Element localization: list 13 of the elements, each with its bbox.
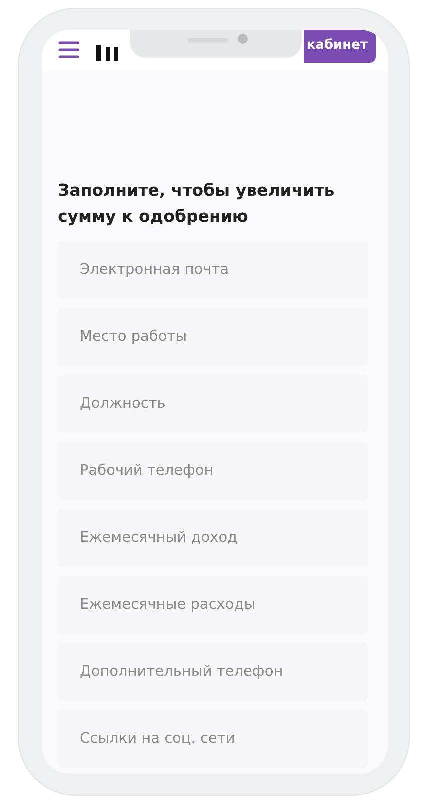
- camera-icon: [238, 34, 248, 44]
- logo-icon[interactable]: [94, 43, 118, 61]
- input-field[interactable]: Место работы: [58, 308, 368, 366]
- input-field[interactable]: Дополнительный телефон: [58, 642, 368, 701]
- input-field[interactable]: Электронная почта: [58, 240, 368, 299]
- menu-icon[interactable]: [58, 41, 80, 59]
- cabinet-button[interactable]: кабинет: [304, 30, 376, 62]
- input-field[interactable]: Должность: [58, 374, 368, 433]
- input-field[interactable]: Рабочий телефон: [58, 442, 368, 500]
- form-title: Заполните, чтобы увеличить сумму к одобрению: [58, 180, 336, 228]
- input-field[interactable]: Ежемесячный доход: [58, 508, 368, 567]
- input-field[interactable]: Ссылки на соц. сети: [58, 710, 368, 768]
- input-field[interactable]: Ежемесячные расходы: [58, 576, 368, 634]
